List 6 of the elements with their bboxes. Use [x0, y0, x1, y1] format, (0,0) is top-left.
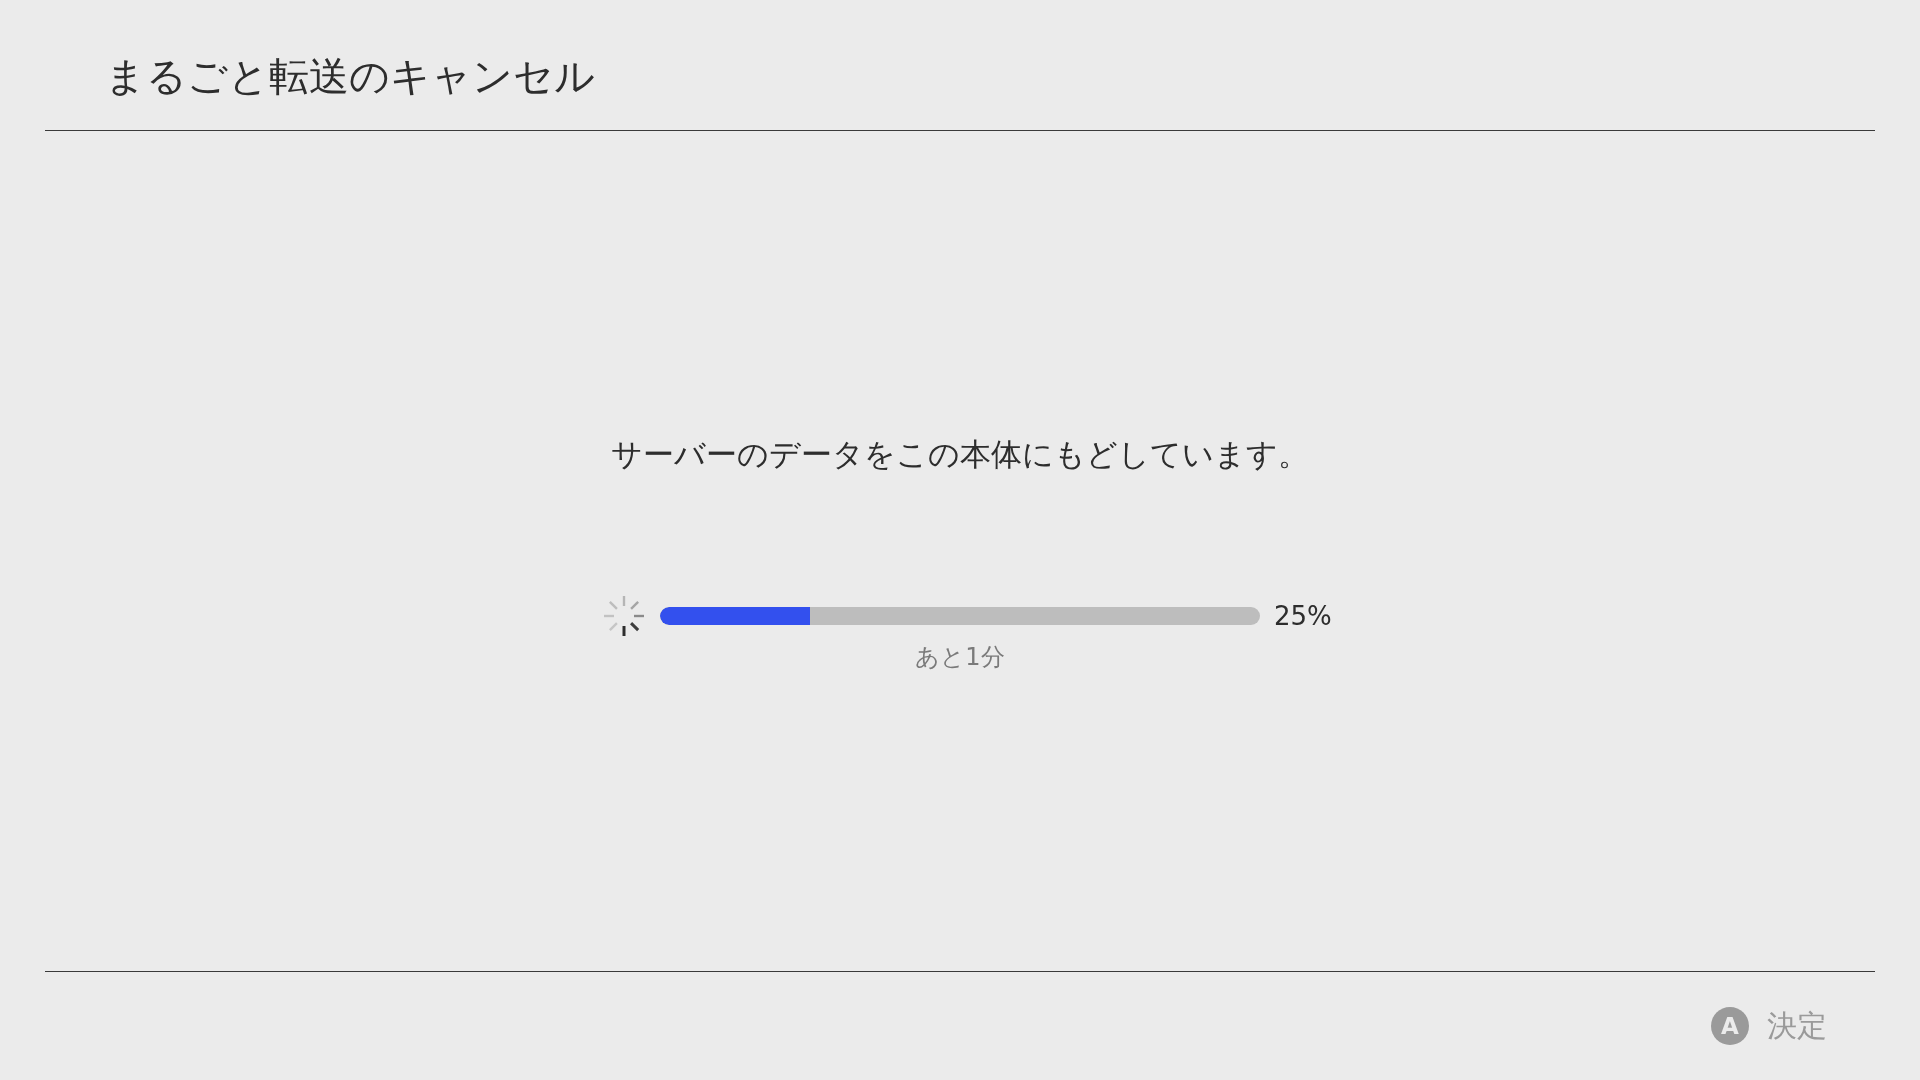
a-key-glyph: A [1711, 1007, 1749, 1045]
loading-spinner-icon [602, 594, 646, 638]
time-remaining: あと1分 [915, 642, 1005, 672]
progress-percent: 25% [1274, 600, 1332, 633]
screen-title: まるごと転送のキャンセル [105, 52, 595, 100]
status-message: サーバーのデータをこの本体にもどしています。 [611, 435, 1309, 474]
